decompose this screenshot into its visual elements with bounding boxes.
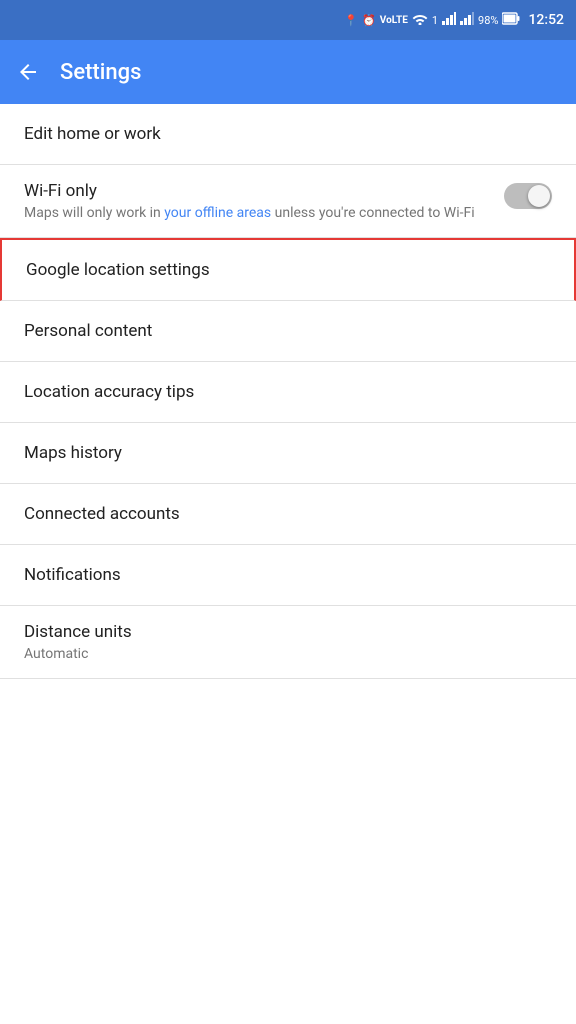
status-time: 12:52 [528,12,564,28]
signal-bars-icon [442,12,456,28]
edit-home-work-title: Edit home or work [24,124,552,144]
settings-list: Edit home or work Wi-Fi only Maps will o… [0,104,576,679]
wifi-only-toggle[interactable] [504,183,552,209]
notifications-title: Notifications [24,565,552,585]
wifi-only-subtitle: Maps will only work in your offline area… [24,205,504,221]
app-bar-title: Settings [60,60,141,85]
battery-icon [502,12,520,28]
back-button[interactable] [16,60,40,84]
alarm-icon: ⏰ [362,14,376,27]
settings-item-location-accuracy[interactable]: Location accuracy tips [0,362,576,423]
location-accuracy-title: Location accuracy tips [24,382,552,402]
settings-item-maps-history[interactable]: Maps history [0,423,576,484]
connected-accounts-title: Connected accounts [24,504,552,524]
settings-item-edit-home-work[interactable]: Edit home or work [0,104,576,165]
app-bar: Settings [0,40,576,104]
signal-bars2-icon [460,12,474,28]
distance-units-subtitle: Automatic [24,646,552,662]
wifi-only-text: Wi-Fi only Maps will only work in your o… [24,181,504,221]
settings-item-personal-content[interactable]: Personal content [0,301,576,362]
personal-content-title: Personal content [24,321,552,341]
battery-percent: 98% [478,14,498,27]
maps-history-title: Maps history [24,443,552,463]
settings-item-distance-units[interactable]: Distance units Automatic [0,606,576,679]
settings-item-google-location[interactable]: Google location settings [0,238,576,301]
toggle-knob [528,185,550,207]
offline-areas-link[interactable]: your offline areas [164,205,271,221]
distance-units-title: Distance units [24,622,552,642]
sim1-icon: 1 [432,14,438,27]
google-location-title: Google location settings [26,260,550,280]
status-bar: 📍 ⏰ VoLTE 1 [0,0,576,40]
volte-icon: VoLTE [380,15,408,26]
wifi-only-title: Wi-Fi only [24,181,504,201]
settings-item-notifications[interactable]: Notifications [0,545,576,606]
wifi-icon [412,12,428,28]
settings-item-wifi-only[interactable]: Wi-Fi only Maps will only work in your o… [0,165,576,238]
status-icons: 📍 ⏰ VoLTE 1 [344,12,564,28]
location-icon: 📍 [344,14,358,27]
settings-item-connected-accounts[interactable]: Connected accounts [0,484,576,545]
